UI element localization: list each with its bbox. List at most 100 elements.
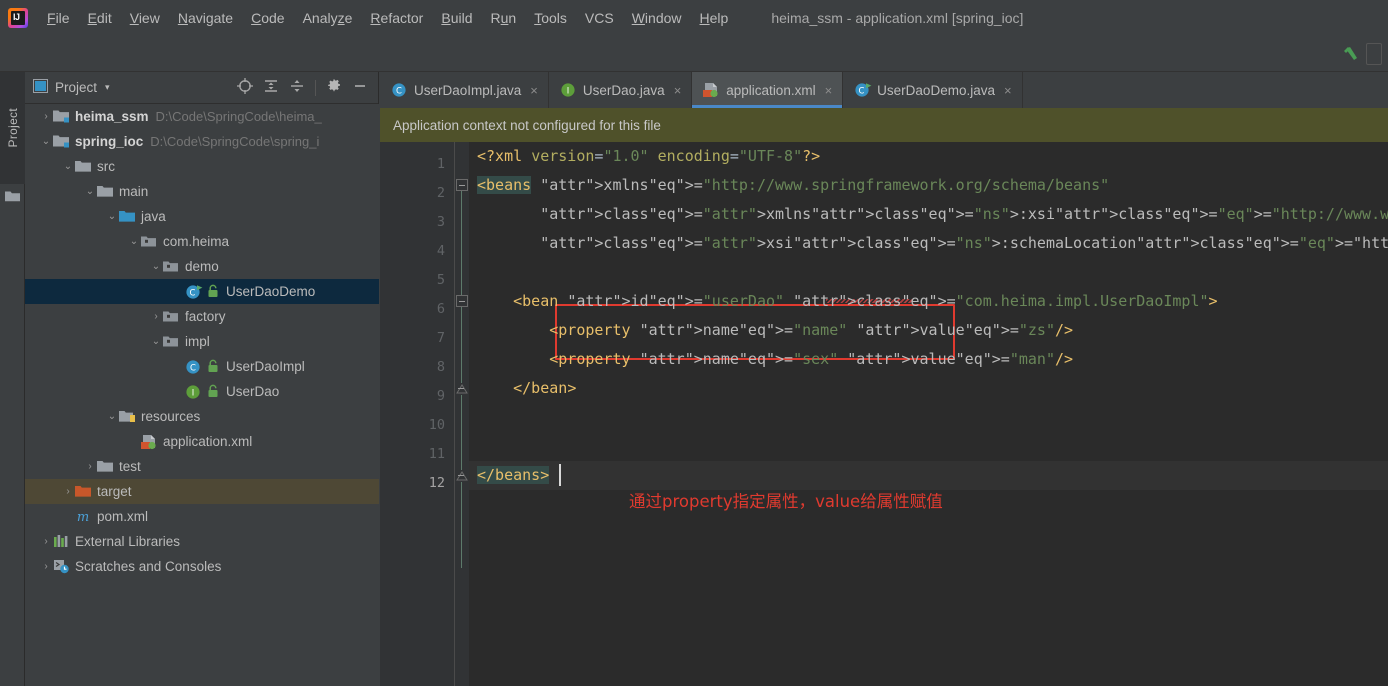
menu-item-edit[interactable]: Edit <box>79 6 121 30</box>
tree-item-heima-ssm[interactable]: › heima_ssm D:\Code\SpringCode\heima_ <box>25 104 379 129</box>
line-number-gutter: 1 2 3 4 5 6 7 8 9 10 11 12 <box>380 142 455 686</box>
menu-item-vcs[interactable]: VCS <box>576 6 623 30</box>
tree-expand-arrow[interactable]: ⌄ <box>149 261 163 272</box>
tree-item-label: resources <box>141 409 201 424</box>
svg-text:C: C <box>396 87 402 97</box>
code-line-4: "attr">class"eq">="attr">xsi"attr">class… <box>540 234 1388 252</box>
tree-item-application-xml[interactable]: ›application.xml <box>25 429 379 454</box>
tree-item-scratches-and-consoles[interactable]: › Scratches and Consoles <box>25 554 379 579</box>
folder-icon <box>75 159 92 175</box>
tree-item-label: factory <box>185 309 226 324</box>
libraries-icon <box>53 534 70 550</box>
tree-item-path: D:\Code\SpringCode\heima_ <box>155 109 322 124</box>
menu-item-help[interactable]: Help <box>691 6 738 30</box>
code-line-7: <property "attr">name"eq">="name" "attr"… <box>549 321 1074 339</box>
chevron-down-icon[interactable]: ▾ <box>105 82 110 93</box>
tree-expand-arrow[interactable]: ⌄ <box>83 186 97 197</box>
menu-item-refactor[interactable]: Refactor <box>361 6 432 30</box>
editor-tab-application-xml[interactable]: application.xml × <box>692 72 844 108</box>
minimize-icon[interactable] <box>352 78 368 97</box>
fold-gutter[interactable] <box>455 142 469 686</box>
editor-tab-bar: C UserDaoImpl.java × I UserDao.java × applicat… <box>380 72 1388 108</box>
close-icon[interactable]: × <box>674 83 682 98</box>
code-editor[interactable]: 1 2 3 4 5 6 7 8 9 10 11 12 通过property指定属性，value给属性赋… <box>380 142 1388 686</box>
logo-text: IJ <box>13 12 20 22</box>
fold-marker-bean[interactable] <box>456 295 468 307</box>
menu-item-file[interactable]: File <box>38 6 79 30</box>
fold-marker-beans-end[interactable] <box>456 470 468 482</box>
collapse-all-icon[interactable] <box>289 78 305 97</box>
tree-expand-arrow[interactable]: ⌄ <box>149 336 163 347</box>
fold-marker-beans[interactable] <box>456 179 468 191</box>
tree-item-spring-ioc[interactable]: ⌄ spring_ioc D:\Code\SpringCode\spring_i <box>25 129 379 154</box>
svg-text:C: C <box>190 363 196 373</box>
tree-expand-arrow[interactable]: ⌄ <box>39 136 53 147</box>
menu-item-code[interactable]: Code <box>242 6 293 30</box>
tree-item-target[interactable]: › target <box>25 479 379 504</box>
notification-bar[interactable]: Application context not configured for t… <box>380 108 1388 142</box>
tree-expand-arrow[interactable]: ⌄ <box>105 211 119 222</box>
project-tree[interactable]: › heima_ssm D:\Code\SpringCode\heima_ ⌄ spri… <box>25 104 379 686</box>
tree-expand-arrow[interactable]: › <box>83 461 97 472</box>
editor-tab-label: application.xml <box>726 82 816 98</box>
package-icon <box>141 234 158 250</box>
tool-window-button-project[interactable]: Project <box>0 72 25 184</box>
tree-expand-arrow[interactable]: › <box>39 561 53 572</box>
tree-item-userdaodemo[interactable]: ›CUserDaoDemo <box>25 279 379 304</box>
tree-expand-arrow[interactable]: ⌄ <box>127 236 141 247</box>
menu-item-window[interactable]: Window <box>623 6 691 30</box>
tree-item-label: UserDaoDemo <box>226 284 316 299</box>
tree-item-java[interactable]: ⌄ java <box>25 204 379 229</box>
svg-text:C: C <box>190 288 196 298</box>
tree-item-demo[interactable]: ⌄ demo <box>25 254 379 279</box>
code-text[interactable]: 通过property指定属性，value给属性赋值 <?xml version=… <box>469 142 1388 686</box>
editor-tab-userdaodemo-java[interactable]: C UserDaoDemo.java × <box>843 72 1023 108</box>
package-icon <box>163 309 180 325</box>
tree-expand-arrow[interactable]: ⌄ <box>61 161 75 172</box>
tree-item-com-heima[interactable]: ⌄ com.heima <box>25 229 379 254</box>
tree-item-test[interactable]: › test <box>25 454 379 479</box>
tree-item-label: application.xml <box>163 434 253 449</box>
project-view-icon <box>33 79 48 96</box>
menu-item-analyze[interactable]: Analyze <box>294 6 362 30</box>
fold-marker-bean-end[interactable] <box>456 383 468 395</box>
folder-icon <box>5 190 20 206</box>
tree-item-external-libraries[interactable]: › External Libraries <box>25 529 379 554</box>
tree-item-userdao[interactable]: ›IUserDao <box>25 379 379 404</box>
tree-item-label: test <box>119 459 141 474</box>
close-icon[interactable]: × <box>825 83 833 98</box>
menu-item-run[interactable]: Run <box>482 6 526 30</box>
tree-item-factory[interactable]: › factory <box>25 304 379 329</box>
line-number-10: 10 <box>428 417 445 433</box>
hammer-icon[interactable] <box>1338 42 1364 66</box>
editor-tab-userdaoimpl-java[interactable]: C UserDaoImpl.java × <box>380 72 549 108</box>
tree-item-src[interactable]: ⌄ src <box>25 154 379 179</box>
toolbar-right <box>1338 42 1388 66</box>
settings-gear-icon[interactable] <box>326 78 342 97</box>
tree-item-pom-xml[interactable]: ›mpom.xml <box>25 504 379 529</box>
tree-expand-arrow[interactable]: › <box>149 311 163 322</box>
tree-expand-arrow[interactable]: › <box>39 111 53 122</box>
tree-expand-arrow[interactable]: › <box>61 486 75 497</box>
breadcrumb-bar <box>0 36 1388 72</box>
close-icon[interactable]: × <box>1004 83 1012 98</box>
tree-item-main[interactable]: ⌄ main <box>25 179 379 204</box>
editor-tab-userdao-java[interactable]: I UserDao.java × <box>548 72 693 108</box>
close-icon[interactable]: × <box>530 83 538 98</box>
tree-expand-arrow[interactable]: › <box>39 536 53 547</box>
expand-all-icon[interactable] <box>263 78 279 97</box>
menu-item-view[interactable]: View <box>121 6 169 30</box>
tree-expand-arrow[interactable]: ⌄ <box>105 411 119 422</box>
svg-text:m: m <box>77 510 89 524</box>
tree-item-impl[interactable]: ⌄ impl <box>25 329 379 354</box>
tree-item-userdaoimpl[interactable]: ›CUserDaoImpl <box>25 354 379 379</box>
menu-item-navigate[interactable]: Navigate <box>169 6 242 30</box>
menu-item-tools[interactable]: Tools <box>525 6 576 30</box>
menu-item-build[interactable]: Build <box>432 6 481 30</box>
toolbar-extra-button[interactable] <box>1366 42 1382 65</box>
left-tool-strip: Project <box>0 72 25 686</box>
line-number-11: 11 <box>428 446 445 462</box>
locate-icon[interactable] <box>237 78 253 97</box>
tree-item-resources[interactable]: ⌄ resources <box>25 404 379 429</box>
tree-item-label: demo <box>185 259 219 274</box>
